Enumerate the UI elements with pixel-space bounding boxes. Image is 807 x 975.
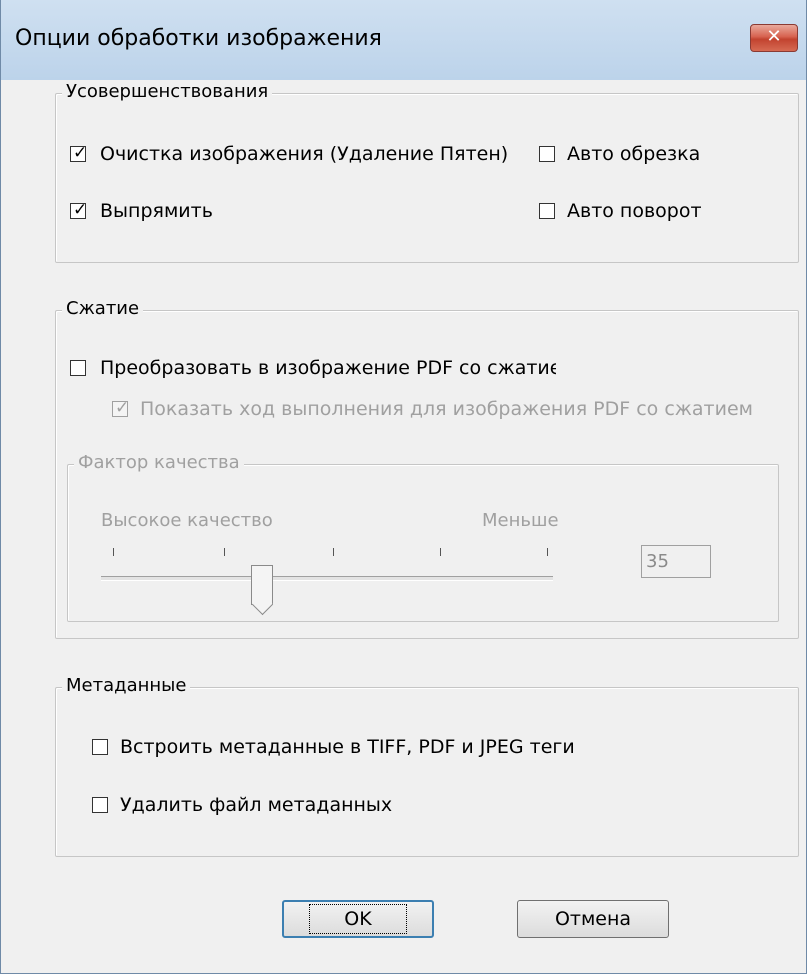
slider-tick xyxy=(113,548,114,556)
checkbox-box[interactable]: ✓ xyxy=(112,398,130,418)
cancel-button-label: Отмена xyxy=(554,908,632,930)
window-title: Опции обработки изображения xyxy=(15,26,382,51)
checkmark-icon: ✓ xyxy=(73,143,88,163)
checkbox-box[interactable] xyxy=(70,360,86,376)
slider-tick xyxy=(547,548,548,556)
slider-tick xyxy=(333,548,334,556)
show-progress-checkbox[interactable]: ✓ Показать ход выполнения для изображени… xyxy=(112,398,762,420)
checkmark-icon: ✓ xyxy=(73,200,88,220)
auto-rotate-label: Авто поворот xyxy=(567,200,702,222)
enhancements-group: Усовершенствования xyxy=(55,81,799,263)
slider-thumb[interactable] xyxy=(251,565,273,605)
compression-legend: Сжатие xyxy=(62,298,144,319)
quality-group: Фактор качества xyxy=(67,452,779,622)
straighten-label: Выпрямить xyxy=(100,200,213,222)
quality-legend: Фактор качества xyxy=(74,452,244,473)
slider-track xyxy=(101,576,553,581)
dialog-body: Усовершенствования ✓ Очистка изображения… xyxy=(9,80,799,965)
title-bar[interactable]: Опции обработки изображения ✕ xyxy=(1,0,806,80)
checkbox-box[interactable] xyxy=(539,203,555,219)
slider-tick xyxy=(224,548,225,556)
convert-pdf-checkbox[interactable]: Преобразовать в изображение PDF со сжати… xyxy=(70,357,556,379)
ok-button[interactable]: OK xyxy=(282,900,434,938)
clean-image-label: Очистка изображения (Удаление Пятен) xyxy=(100,143,509,165)
auto-crop-checkbox[interactable]: Авто обрезка xyxy=(539,143,700,165)
metadata-legend: Метаданные xyxy=(62,675,191,696)
checkbox-box[interactable] xyxy=(92,797,108,813)
slider-tick xyxy=(440,548,441,556)
straighten-checkbox[interactable]: ✓ Выпрямить xyxy=(70,200,213,222)
embed-metadata-checkbox[interactable]: Встроить метаданные в TIFF, PDF и JPEG т… xyxy=(92,736,575,758)
smaller-label: Меньше xyxy=(482,510,559,531)
auto-rotate-checkbox[interactable]: Авто поворот xyxy=(539,200,702,222)
embed-metadata-label: Встроить метаданные в TIFF, PDF и JPEG т… xyxy=(120,736,575,758)
convert-pdf-label: Преобразовать в изображение PDF со сжати… xyxy=(100,357,556,379)
checkbox-box[interactable] xyxy=(92,739,108,755)
checkbox-box[interactable]: ✓ xyxy=(70,200,88,220)
close-icon: ✕ xyxy=(766,26,782,47)
close-button[interactable]: ✕ xyxy=(750,24,798,52)
show-progress-label: Показать ход выполнения для изображения … xyxy=(140,398,753,420)
dialog-window: Опции обработки изображения ✕ Усовершенс… xyxy=(0,0,807,974)
checkbox-box[interactable] xyxy=(539,146,555,162)
ok-button-label: OK xyxy=(309,904,407,934)
enhancements-legend: Усовершенствования xyxy=(62,81,273,102)
checkbox-box[interactable]: ✓ xyxy=(70,143,88,163)
metadata-group: Метаданные xyxy=(55,675,799,857)
clean-image-checkbox[interactable]: ✓ Очистка изображения (Удаление Пятен) xyxy=(70,143,508,165)
delete-metadata-label: Удалить файл метаданных xyxy=(120,794,393,816)
high-quality-label: Высокое качество xyxy=(101,510,273,531)
auto-crop-label: Авто обрезка xyxy=(567,143,701,165)
quality-value-field[interactable]: 35 xyxy=(641,545,711,578)
delete-metadata-checkbox[interactable]: Удалить файл метаданных xyxy=(92,794,392,816)
cancel-button[interactable]: Отмена xyxy=(517,900,669,938)
checkmark-icon: ✓ xyxy=(115,398,130,418)
